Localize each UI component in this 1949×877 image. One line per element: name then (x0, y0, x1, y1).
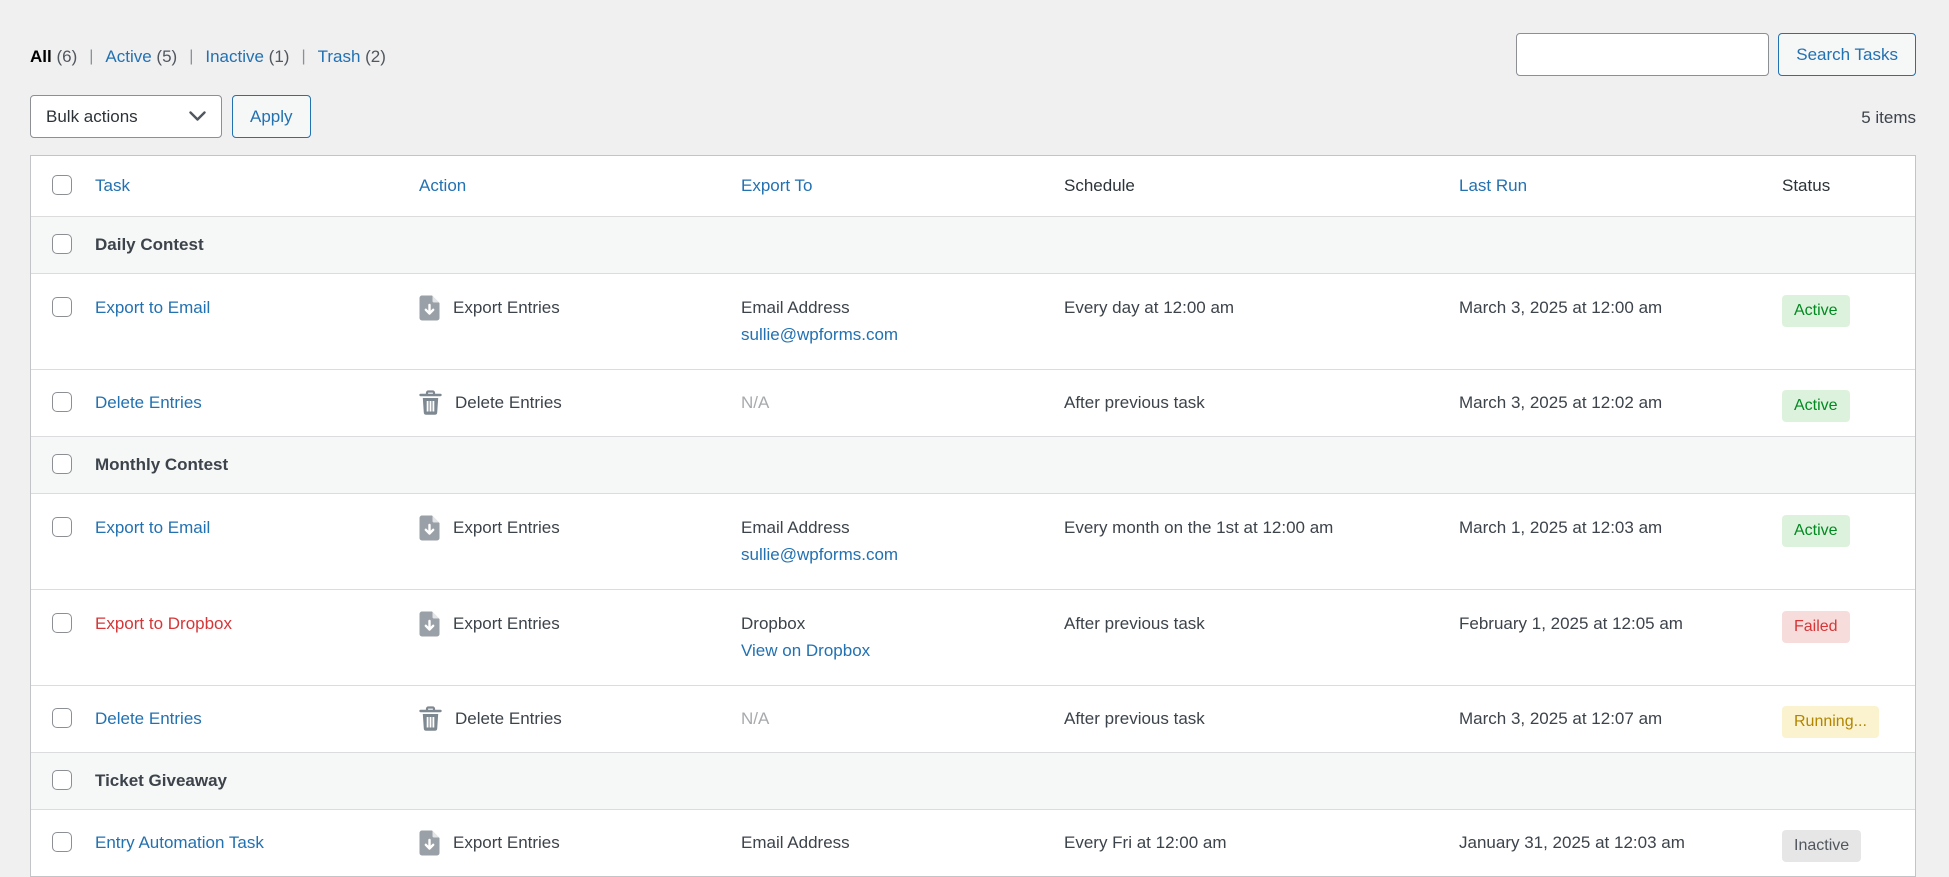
chevron-down-icon (189, 111, 206, 122)
last-run-text: March 1, 2025 at 12:03 am (1459, 514, 1782, 541)
group-title: Daily Contest (95, 231, 224, 258)
export-to-secondary[interactable]: View on Dropbox (741, 637, 1044, 664)
last-run-text: February 1, 2025 at 12:05 am (1459, 610, 1782, 637)
last-run-text: January 31, 2025 at 12:03 am (1459, 829, 1782, 856)
schedule-text: Every day at 12:00 am (1064, 294, 1459, 321)
task-row: Export to Email Export Entries Email Add… (31, 493, 1915, 589)
group-title: Monthly Contest (95, 451, 248, 478)
column-header-schedule: Schedule (1064, 176, 1135, 195)
task-link[interactable]: Entry Automation Task (95, 833, 264, 852)
task-row: Export to Dropbox Export Entries Dropbox… (31, 589, 1915, 685)
items-count: 5 items (1861, 108, 1916, 128)
file-download-icon (419, 295, 440, 321)
action-label: Delete Entries (455, 389, 562, 416)
task-link[interactable]: Delete Entries (95, 393, 202, 412)
status-badge: Active (1782, 295, 1850, 327)
schedule-text: After previous task (1064, 389, 1459, 416)
table-header: Task Action Export To Schedule Last Run Statu… (31, 156, 1915, 216)
status-badge: Active (1782, 515, 1850, 547)
filter-list: All (6) | Active (5) | Inactive (1) | Trash (2… (30, 33, 386, 67)
toolbar: Bulk actions Apply 5 items (30, 95, 1916, 138)
export-to-primary: Email Address (741, 518, 850, 537)
schedule-text: After previous task (1064, 705, 1459, 732)
search-tasks-button[interactable]: Search Tasks (1778, 33, 1916, 76)
filter-active[interactable]: Active (5) (105, 47, 177, 67)
filter-separator: | (89, 48, 93, 66)
action-label: Delete Entries (455, 705, 562, 732)
action-label: Export Entries (453, 294, 560, 321)
export-to-secondary[interactable]: sullie@wpforms.com (741, 321, 1044, 348)
apply-button[interactable]: Apply (232, 95, 311, 138)
column-header-last-run[interactable]: Last Run (1459, 176, 1527, 195)
filter-separator: | (189, 48, 193, 66)
tasks-page: All (6) | Active (5) | Inactive (1) | Trash (2… (0, 0, 1949, 860)
row-checkbox[interactable] (52, 708, 72, 728)
tasks-table: Task Action Export To Schedule Last Run Statu… (30, 155, 1916, 877)
last-run-text: March 3, 2025 at 12:02 am (1459, 389, 1782, 416)
export-to-secondary[interactable]: sullie@wpforms.com (741, 541, 1044, 568)
export-to-primary: N/A (741, 393, 769, 412)
group-row: Monthly Contest (31, 436, 1915, 493)
column-header-task[interactable]: Task (95, 176, 130, 195)
task-row: Export to Email Export Entries Email Add… (31, 273, 1915, 369)
last-run-text: March 3, 2025 at 12:00 am (1459, 294, 1782, 321)
select-all-checkbox[interactable] (52, 175, 72, 195)
group-checkbox[interactable] (52, 234, 72, 254)
row-checkbox[interactable] (52, 297, 72, 317)
file-download-icon (419, 515, 440, 541)
column-header-status: Status (1782, 176, 1830, 195)
task-row: Delete Entries Delete Entries N/A After … (31, 369, 1915, 436)
file-download-icon (419, 611, 440, 637)
row-checkbox[interactable] (52, 832, 72, 852)
export-to-primary: Dropbox (741, 614, 805, 633)
schedule-text: Every month on the 1st at 12:00 am (1064, 514, 1459, 541)
topbar: All (6) | Active (5) | Inactive (1) | Trash (2… (30, 33, 1916, 76)
status-badge: Failed (1782, 611, 1850, 643)
filter-inactive[interactable]: Inactive (1) (205, 47, 289, 67)
filter-all[interactable]: All (6) (30, 47, 77, 67)
export-to-primary: N/A (741, 709, 769, 728)
group-row: Daily Contest (31, 216, 1915, 273)
task-link[interactable]: Export to Email (95, 298, 210, 317)
group-row: Ticket Giveaway (31, 752, 1915, 809)
column-header-action[interactable]: Action (419, 176, 466, 195)
status-badge: Active (1782, 390, 1850, 422)
row-checkbox[interactable] (52, 392, 72, 412)
search-input[interactable] (1516, 33, 1769, 76)
group-checkbox[interactable] (52, 770, 72, 790)
bulk-actions-select[interactable]: Bulk actions (30, 95, 222, 138)
filter-separator: | (301, 48, 305, 66)
task-link[interactable]: Delete Entries (95, 709, 202, 728)
action-label: Export Entries (453, 610, 560, 637)
row-checkbox[interactable] (52, 517, 72, 537)
trash-icon (419, 706, 442, 732)
task-link[interactable]: Export to Dropbox (95, 614, 232, 633)
filter-trash[interactable]: Trash (2) (318, 47, 386, 67)
task-row: Entry Automation Task Export Entries Ema… (31, 809, 1915, 876)
export-to-primary: Email Address (741, 298, 850, 317)
bulk-actions-area: Bulk actions Apply (30, 95, 311, 138)
column-header-export-to[interactable]: Export To (741, 176, 813, 195)
row-checkbox[interactable] (52, 613, 72, 633)
last-run-text: March 3, 2025 at 12:07 am (1459, 705, 1782, 732)
group-checkbox[interactable] (52, 454, 72, 474)
export-to-primary: Email Address (741, 833, 850, 852)
schedule-text: After previous task (1064, 610, 1459, 637)
status-badge: Running... (1782, 706, 1879, 738)
task-link[interactable]: Export to Email (95, 518, 210, 537)
table-body: Daily Contest Export to Email Export Ent… (31, 216, 1915, 876)
action-label: Export Entries (453, 829, 560, 856)
status-badge: Inactive (1782, 830, 1861, 862)
search-area: Search Tasks (1516, 33, 1916, 76)
group-title: Ticket Giveaway (95, 767, 247, 794)
bulk-actions-selected-value: Bulk actions (46, 107, 138, 127)
schedule-text: Every Fri at 12:00 am (1064, 829, 1459, 856)
task-row: Delete Entries Delete Entries N/A After … (31, 685, 1915, 752)
file-download-icon (419, 830, 440, 856)
trash-icon (419, 390, 442, 416)
action-label: Export Entries (453, 514, 560, 541)
